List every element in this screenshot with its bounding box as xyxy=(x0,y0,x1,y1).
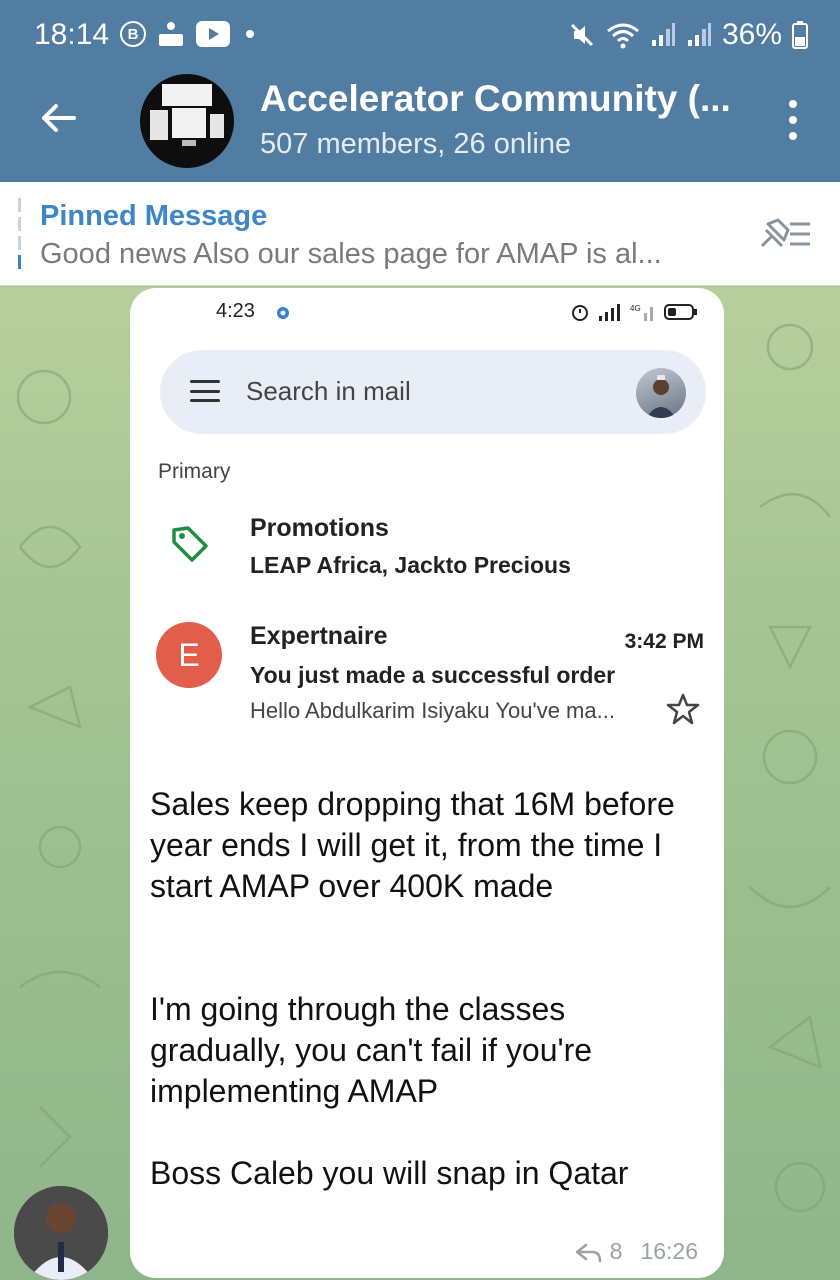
gmail-search-placeholder: Search in mail xyxy=(246,376,411,406)
hotspot-icon xyxy=(159,22,183,46)
signal-icon xyxy=(651,23,675,46)
message-text: Sales keep dropping that 16M before year… xyxy=(150,786,675,1191)
message-bubble[interactable]: 4:23 4G Search in mail Primary Promotion… xyxy=(130,288,724,1278)
pinned-list-icon[interactable] xyxy=(756,216,812,252)
wifi-icon xyxy=(607,23,639,49)
promotions-senders: LEAP Africa, Jackto Precious xyxy=(250,552,571,578)
gmail-account-avatar[interactable] xyxy=(636,368,686,418)
tag-icon xyxy=(172,526,208,562)
email-sender: Expertnaire xyxy=(250,622,388,650)
mute-icon xyxy=(570,23,594,47)
signal-icon xyxy=(599,304,620,321)
group-avatar[interactable] xyxy=(140,74,234,168)
email-subject: You just made a successful order xyxy=(250,662,616,688)
chat-title[interactable]: Accelerator Community (... xyxy=(260,78,731,120)
hamburger-menu-icon[interactable] xyxy=(190,380,220,402)
more-options-icon[interactable] xyxy=(786,100,800,140)
message-time: 16:26 xyxy=(640,1238,698,1264)
email-time: 3:42 PM xyxy=(624,630,704,653)
pinned-message-bar[interactable]: Pinned Message Good news Also our sales … xyxy=(0,182,840,286)
alarm-icon xyxy=(572,305,588,321)
signal-icon xyxy=(687,23,711,46)
email-sender-avatar: E xyxy=(156,622,222,688)
battery-percent: 36% xyxy=(721,18,782,51)
svg-text:4G: 4G xyxy=(630,304,641,313)
sender-avatar-image xyxy=(14,1186,108,1280)
chat-subtitle: 507 members, 26 online xyxy=(260,128,572,160)
promotions-title: Promotions xyxy=(250,514,389,542)
pinned-text: Good news Also our sales page for AMAP i… xyxy=(40,238,662,270)
reply-icon[interactable] xyxy=(574,1241,602,1263)
account-avatar-image xyxy=(646,375,676,418)
email-snippet: Hello Abdulkarim Isiyaku You've ma... xyxy=(250,698,615,723)
back-arrow-icon[interactable] xyxy=(38,98,78,138)
status-bar: 18:14 B 36% xyxy=(0,0,840,72)
gear-icon xyxy=(277,307,289,319)
gmail-search-bar[interactable]: Search in mail xyxy=(160,350,706,434)
gmail-section-label: Primary xyxy=(158,460,231,483)
screenshot-status-icons: 4G xyxy=(570,302,698,322)
chat-header: Accelerator Community (... 507 members, … xyxy=(0,72,840,182)
pinned-indicator xyxy=(18,198,22,270)
4g-signal-icon: 4G xyxy=(630,304,653,321)
battery-icon xyxy=(792,21,808,49)
status-right-icons: 36% xyxy=(568,18,808,52)
screenshot-time: 4:23 xyxy=(216,300,255,322)
message-meta: 8 16:26 xyxy=(574,1238,698,1265)
status-time: 18:14 xyxy=(34,18,110,51)
status-left-icons: B xyxy=(120,20,254,48)
youtube-icon xyxy=(196,21,230,47)
star-icon[interactable] xyxy=(666,692,700,726)
reply-count[interactable]: 8 xyxy=(610,1238,623,1265)
group-avatar-image xyxy=(150,84,224,146)
b-circle-icon: B xyxy=(120,21,146,47)
sender-avatar[interactable] xyxy=(14,1186,108,1280)
dot-icon xyxy=(246,30,254,38)
battery-icon xyxy=(664,304,697,320)
pinned-title: Pinned Message xyxy=(40,200,268,232)
